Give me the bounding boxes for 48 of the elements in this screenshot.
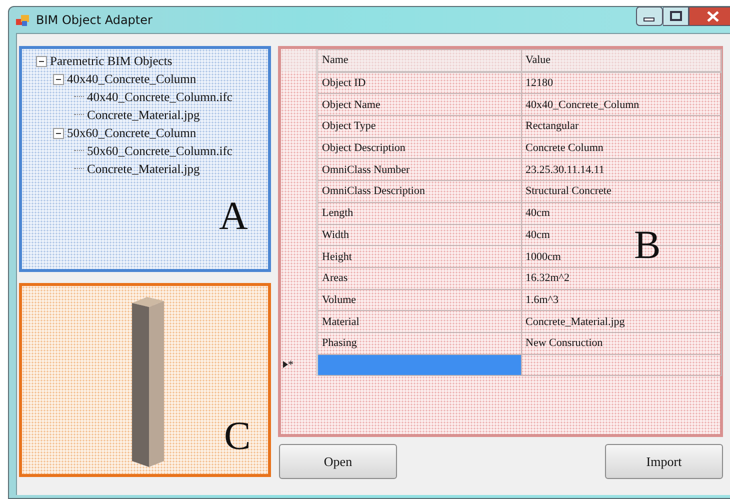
table-cell[interactable] bbox=[317, 354, 521, 376]
table-cell: Material bbox=[317, 310, 521, 332]
tree-item[interactable]: 50x60_Concrete_Column.ifc bbox=[87, 142, 232, 160]
collapse-icon[interactable] bbox=[36, 56, 47, 66]
open-button[interactable]: Open bbox=[279, 444, 397, 479]
column-header[interactable]: Value bbox=[521, 50, 722, 72]
window-title: BIM Object Adapter bbox=[36, 13, 152, 27]
table-cell: Object ID bbox=[317, 72, 521, 94]
table-cell: New Consruction bbox=[521, 332, 722, 354]
table-cell: Width bbox=[317, 224, 521, 246]
table-cell: 12180 bbox=[521, 72, 722, 94]
minimize-icon[interactable] bbox=[636, 7, 663, 26]
table-cell: 40x40_Concrete_Column bbox=[521, 94, 722, 116]
table-cell: OmniClass Number bbox=[317, 158, 521, 181]
tree-item[interactable]: 40x40_Concrete_Column.ifc bbox=[87, 88, 232, 106]
table-cell: OmniClass Description bbox=[317, 180, 521, 202]
tree-item[interactable]: Paremetric BIM Objects bbox=[50, 52, 172, 70]
table-cell: Structural Concrete bbox=[521, 180, 722, 202]
table-cell: 23.25.30.11.14.11 bbox=[521, 158, 722, 181]
table-cell: Length bbox=[317, 202, 521, 224]
panel-label: C bbox=[224, 416, 251, 456]
table-cell: 40cm bbox=[521, 202, 722, 224]
table-cell: Concrete Column bbox=[521, 137, 722, 159]
tree-item[interactable]: 40x40_Concrete_Column bbox=[67, 70, 196, 88]
table-cell: Concrete_Material.jpg bbox=[521, 310, 722, 332]
new-row-marker: * bbox=[288, 358, 294, 371]
current-row-icon bbox=[283, 361, 288, 368]
tree-item[interactable]: Concrete_Material.jpg bbox=[87, 106, 200, 124]
column-header[interactable]: Name bbox=[317, 50, 521, 72]
table-cell: 16.32m^2 bbox=[521, 267, 722, 290]
table-cell: Object Description bbox=[317, 137, 521, 159]
app-icon bbox=[16, 14, 29, 26]
table-cell: Object Name bbox=[317, 94, 521, 116]
collapse-icon[interactable] bbox=[53, 128, 64, 138]
table-cell: Height bbox=[317, 246, 521, 268]
table-cell: Phasing bbox=[317, 332, 521, 354]
panel-label: A bbox=[219, 196, 248, 236]
table-cell: Object Type bbox=[317, 116, 521, 138]
tree-item[interactable]: Concrete_Material.jpg bbox=[87, 160, 200, 178]
tree-item[interactable]: 50x60_Concrete_Column bbox=[67, 124, 196, 142]
close-icon[interactable] bbox=[689, 7, 730, 26]
table-cell: Areas bbox=[317, 267, 521, 290]
maximize-icon[interactable] bbox=[663, 7, 689, 26]
table-cell: 1.6m^3 bbox=[521, 289, 722, 311]
table-cell: Rectangular bbox=[521, 116, 722, 138]
table-cell: Volume bbox=[317, 289, 521, 311]
import-button[interactable]: Import bbox=[605, 444, 723, 479]
collapse-icon[interactable] bbox=[53, 74, 64, 84]
